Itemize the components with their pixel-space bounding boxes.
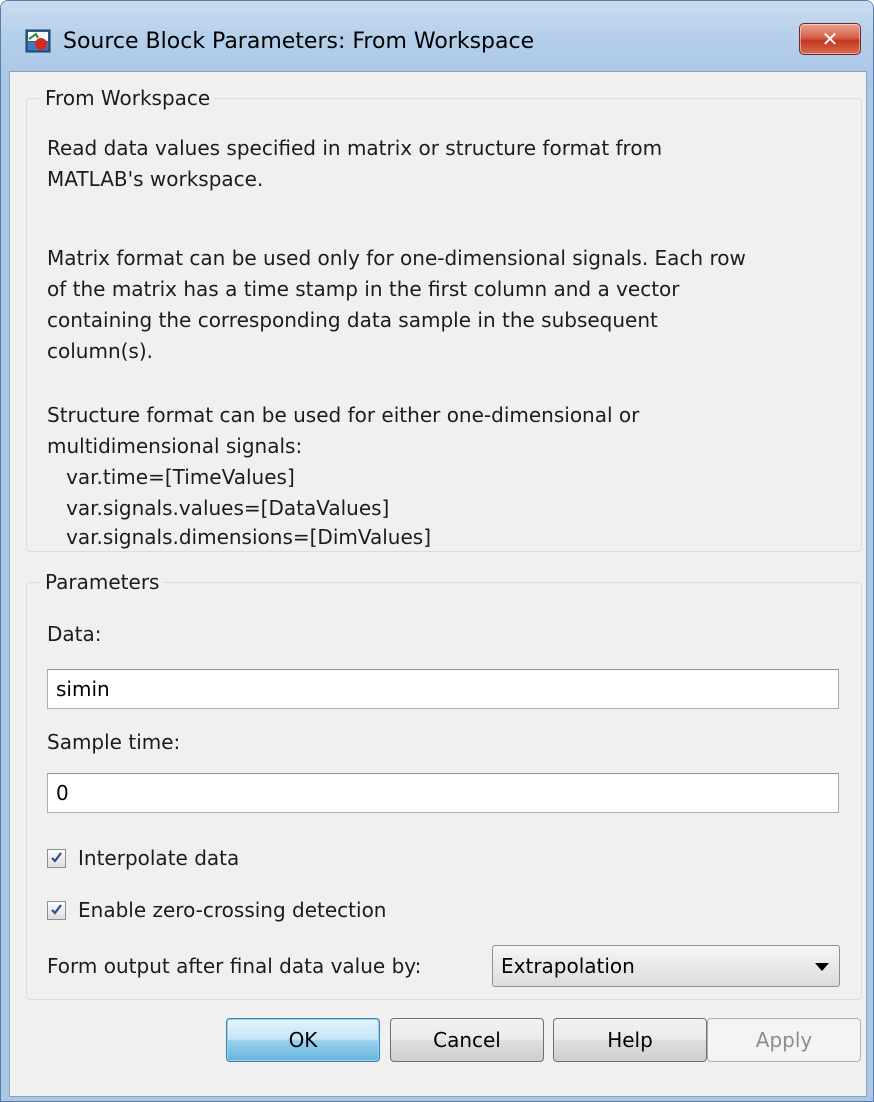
close-icon: ✕ <box>821 27 839 51</box>
zero-crossing-label: Enable zero-crossing detection <box>78 898 387 922</box>
checkmark-icon <box>51 851 62 863</box>
data-label: Data: <box>47 622 102 646</box>
form-output-label: Form output after final data value by: <box>47 954 422 978</box>
close-button[interactable]: ✕ <box>799 23 861 55</box>
description-line: var.signals.dimensions=[DimValues] <box>47 525 432 549</box>
help-button[interactable]: Help <box>553 1018 707 1062</box>
interpolate-data-label: Interpolate data <box>78 846 240 870</box>
checkmark-icon <box>51 903 62 915</box>
description-group: From Workspace Read data values specifie… <box>26 85 862 552</box>
parameters-group: Parameters Data: Sample time: Interpolat… <box>26 569 862 1000</box>
zero-crossing-checkbox[interactable] <box>47 900 66 920</box>
sample-time-label: Sample time: <box>47 730 181 754</box>
simulink-app-icon <box>25 29 51 53</box>
description-line: Matrix format can be used only for one-d… <box>47 246 746 270</box>
form-output-selected-value: Extrapolation <box>501 954 635 978</box>
interpolate-data-checkbox-row[interactable]: Interpolate data <box>47 845 239 871</box>
form-output-dropdown[interactable]: Extrapolation <box>492 945 840 987</box>
description-line: var.signals.values=[DataValues] <box>47 496 390 520</box>
window-title: Source Block Parameters: From Workspace <box>63 29 535 54</box>
parameters-group-label: Parameters <box>41 569 164 595</box>
sample-time-input[interactable] <box>47 773 839 813</box>
description-group-label: From Workspace <box>41 85 215 111</box>
ok-button[interactable]: OK <box>226 1018 380 1062</box>
zero-crossing-checkbox-row[interactable]: Enable zero-crossing detection <box>47 897 387 923</box>
description-line: MATLAB's workspace. <box>47 167 264 191</box>
cancel-button[interactable]: Cancel <box>390 1018 544 1062</box>
dialog-window: Source Block Parameters: From Workspace … <box>0 0 874 1102</box>
chevron-down-icon <box>815 963 829 971</box>
interpolate-data-checkbox[interactable] <box>47 848 66 868</box>
description-line: Structure format can be used for either … <box>47 403 640 427</box>
description-line: of the matrix has a time stamp in the fi… <box>47 277 680 301</box>
apply-button: Apply <box>707 1018 861 1062</box>
description-line: column(s). <box>47 339 154 363</box>
dialog-client-area: From Workspace Read data values specifie… <box>9 71 867 1097</box>
description-line: multidimensional signals: <box>47 434 303 458</box>
description-line: var.time=[TimeValues] <box>47 465 295 489</box>
description-line: containing the corresponding data sample… <box>47 308 658 332</box>
description-line: Read data values specified in matrix or … <box>47 136 663 160</box>
data-input[interactable] <box>47 669 839 709</box>
